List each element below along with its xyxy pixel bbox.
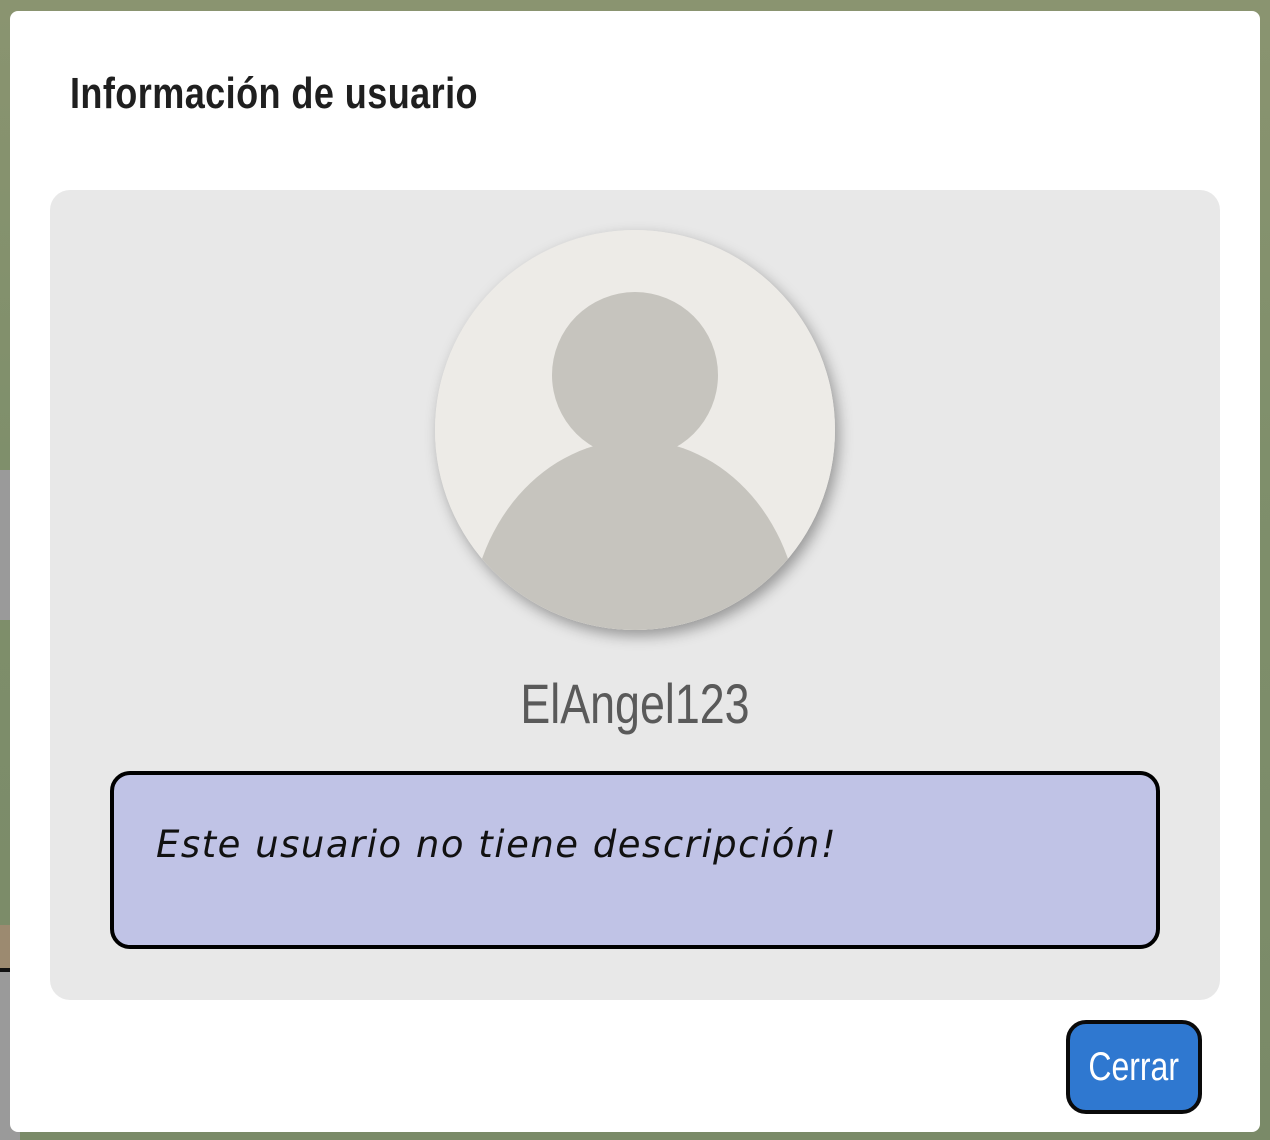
user-info-modal: Información de usuario ElAngel123 Este u… [10,11,1260,1132]
username: ElAngel123 [520,672,750,735]
user-card: ElAngel123 Este usuario no tiene descrip… [50,190,1220,1000]
default-user-avatar-icon [435,230,835,630]
description-box: Este usuario no tiene descripción! [110,771,1160,949]
avatar [435,230,835,630]
user-description: Este usuario no tiene descripción! [156,823,838,866]
close-button[interactable]: Cerrar [1066,1020,1202,1114]
modal-title: Información de usuario [70,69,478,118]
close-button-label: Cerrar [1088,1045,1180,1089]
